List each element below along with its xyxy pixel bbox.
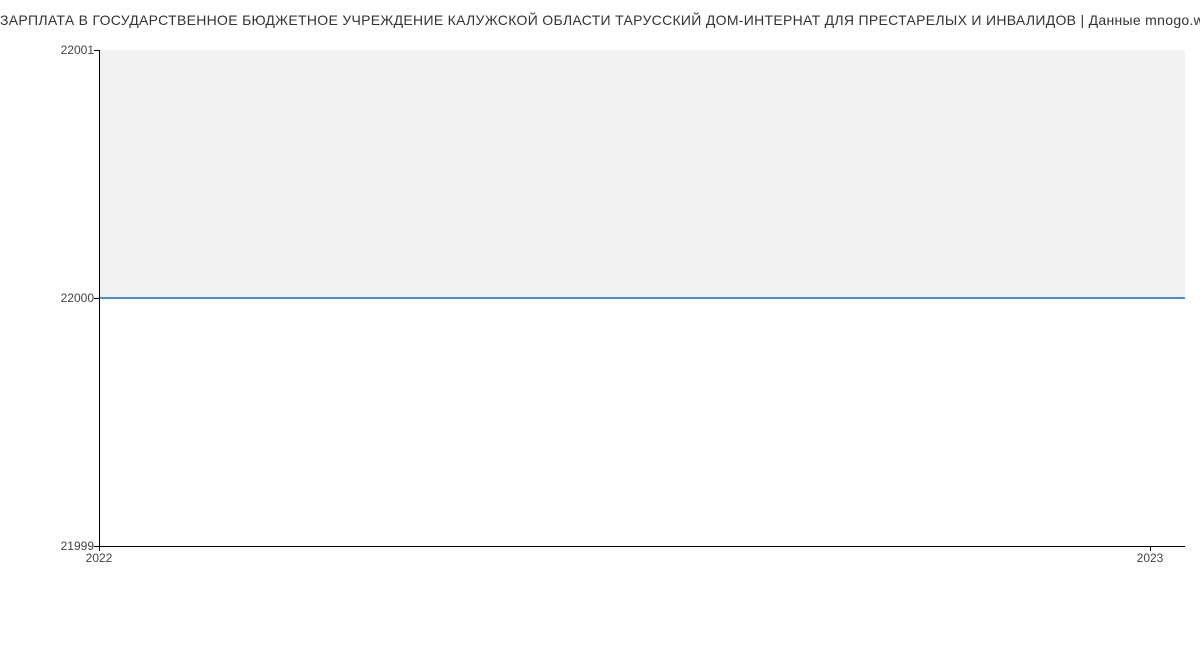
x-tick-label: 2022 <box>86 551 113 565</box>
chart-title: ЗАРПЛАТА В ГОСУДАРСТВЕННОЕ БЮДЖЕТНОЕ УЧР… <box>0 12 1200 28</box>
data-line <box>100 297 1185 299</box>
chart-container: ЗАРПЛАТА В ГОСУДАРСТВЕННОЕ БЮДЖЕТНОЕ УЧР… <box>0 0 1200 650</box>
x-tick-label: 2023 <box>1137 551 1164 565</box>
y-tick-label: 22001 <box>61 43 94 57</box>
y-tick-label: 22000 <box>61 291 94 305</box>
plot-area <box>99 50 1185 547</box>
grid-band <box>100 50 1185 298</box>
